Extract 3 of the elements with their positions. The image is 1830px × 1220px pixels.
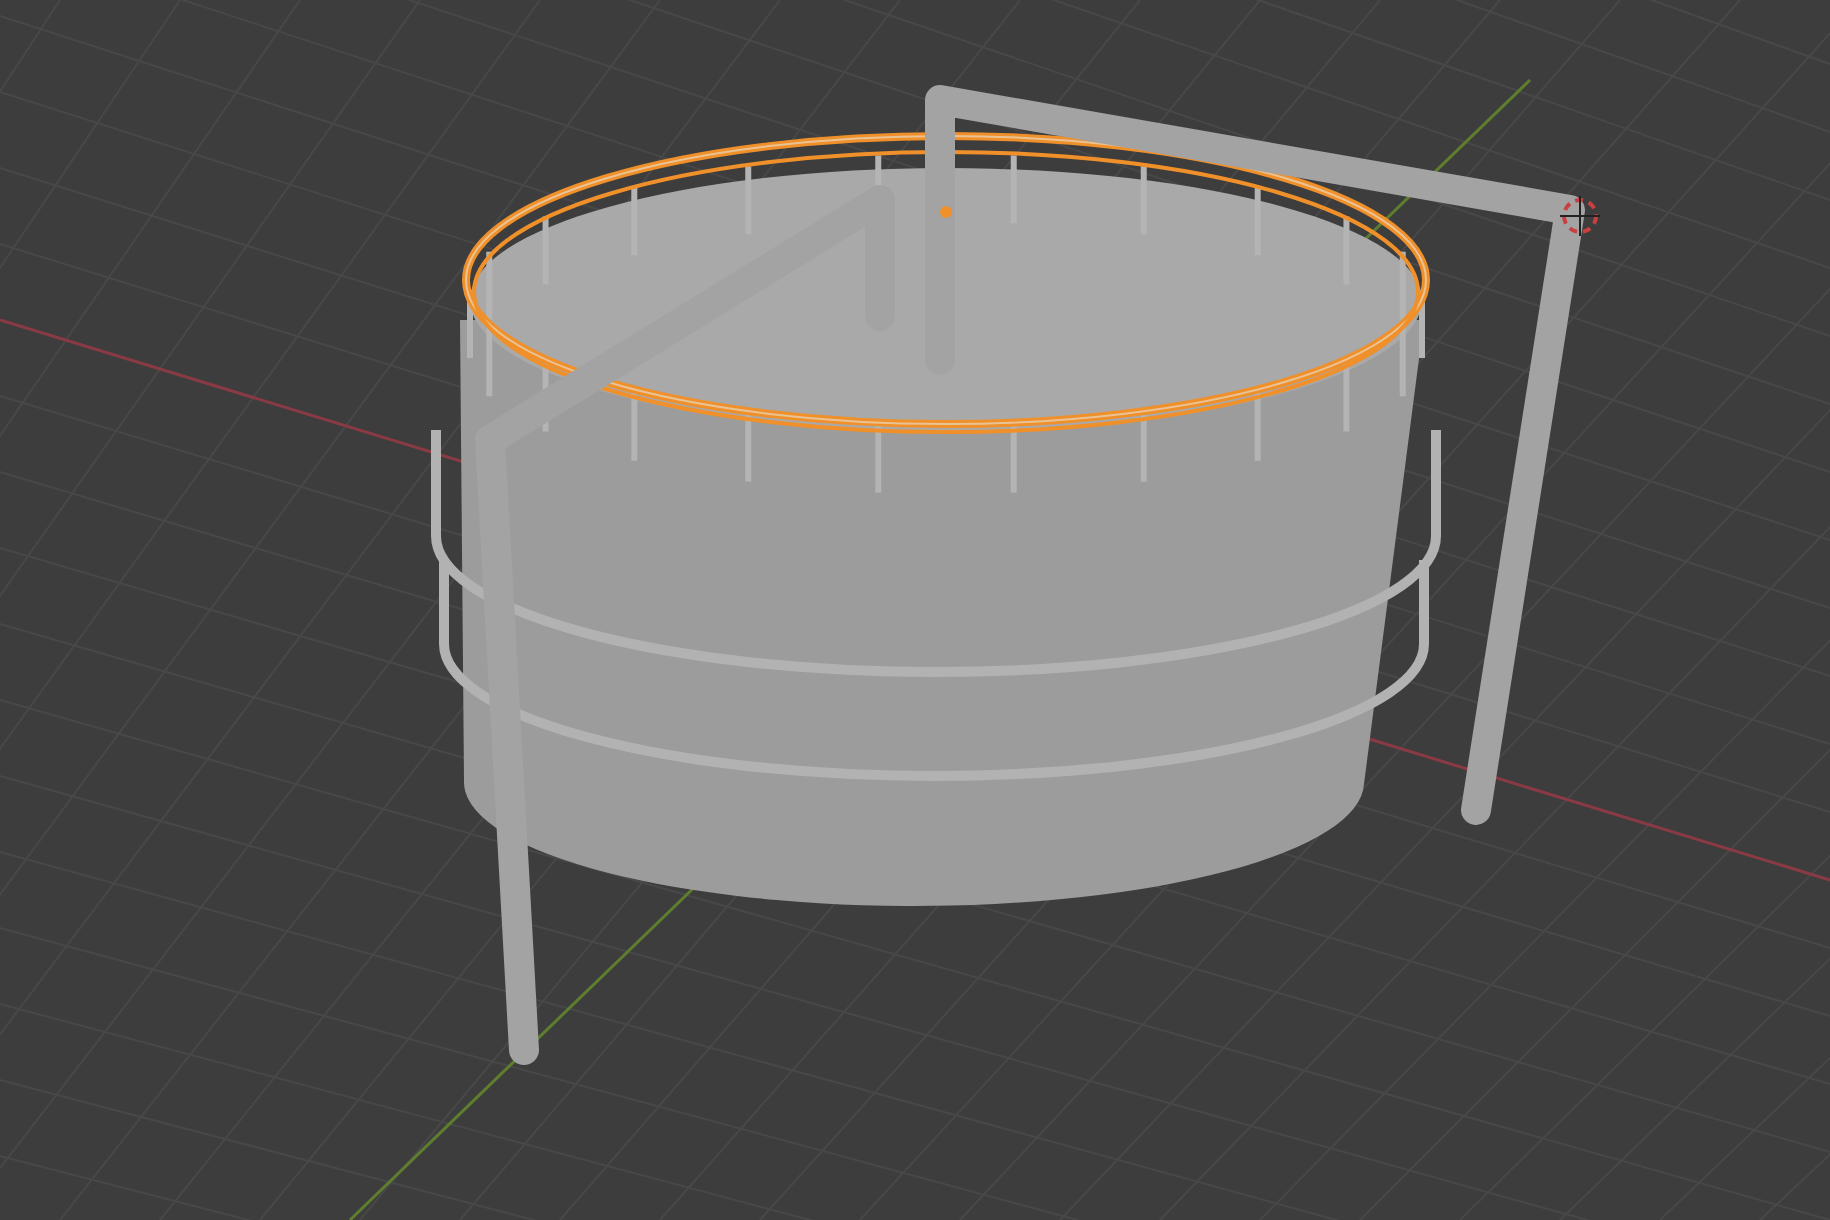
- origin-dot: [940, 206, 952, 218]
- 3d-cursor-icon[interactable]: [1559, 195, 1601, 237]
- 3d-viewport[interactable]: [0, 0, 1830, 1220]
